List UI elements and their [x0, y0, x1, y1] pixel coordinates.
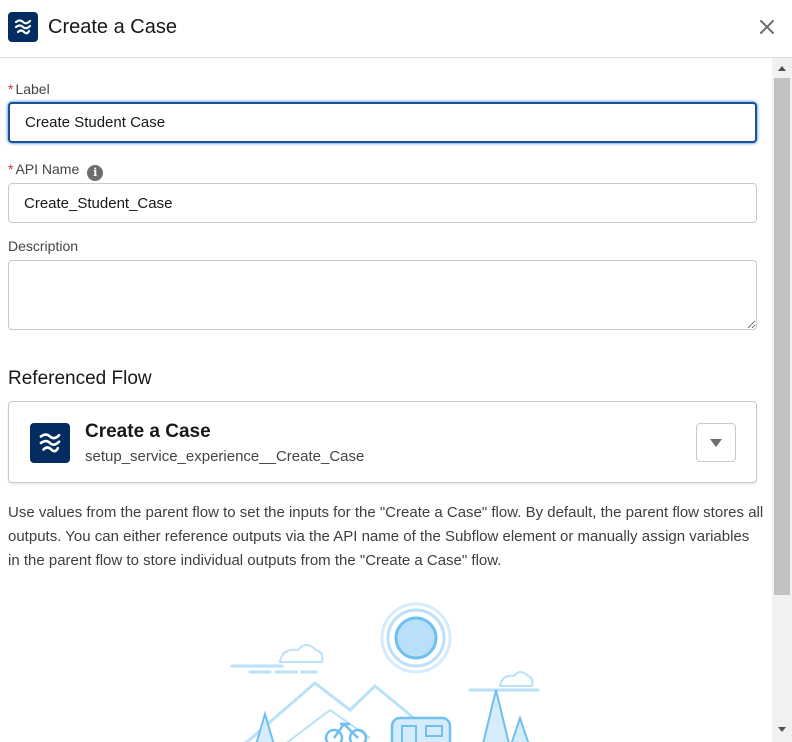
help-text: Use values from the parent flow to set t…: [8, 504, 764, 569]
info-icon[interactable]: i: [87, 164, 104, 181]
description-textarea[interactable]: [8, 260, 757, 330]
close-icon: [760, 20, 774, 34]
mountains-illustration: [230, 602, 540, 742]
scroll-thumb[interactable]: [774, 78, 790, 595]
api-name-field-text: API Name: [15, 161, 80, 177]
api-name-input[interactable]: [8, 183, 757, 223]
label-field-text: Label: [15, 81, 50, 97]
modal-title: Create a Case: [48, 16, 177, 38]
flow-name: Create a Case: [85, 421, 211, 442]
required-mark: *: [8, 81, 14, 97]
scroll-up-icon: [778, 66, 786, 71]
scroll-up-button[interactable]: [772, 60, 792, 77]
referenced-flow-heading: Referenced Flow: [8, 368, 152, 389]
referenced-flow-card: Create a Case setup_service_experience__…: [8, 401, 757, 483]
flow-menu-button[interactable]: [696, 423, 736, 462]
flow-icon: [8, 12, 38, 42]
label-input[interactable]: [8, 102, 757, 143]
close-button[interactable]: [754, 14, 780, 40]
label-field-label: * Label: [8, 81, 50, 97]
scroll-down-icon: [778, 727, 786, 732]
vertical-scrollbar[interactable]: [772, 58, 792, 742]
flow-icon: [30, 423, 70, 463]
flow-api-name: setup_service_experience__Create_Case: [85, 448, 365, 465]
required-mark: *: [8, 161, 14, 177]
modal-header: Create a Case: [0, 0, 792, 58]
description-field-label: Description: [8, 238, 79, 254]
api-name-field-label: * API Name i: [8, 161, 104, 181]
scroll-down-button[interactable]: [772, 721, 792, 738]
modal-content: *Label *API Namei Description Referenced…: [0, 58, 772, 742]
modal-body[interactable]: *Label *API Namei Description Referenced…: [0, 58, 792, 742]
chevron-down-icon: [710, 438, 722, 447]
